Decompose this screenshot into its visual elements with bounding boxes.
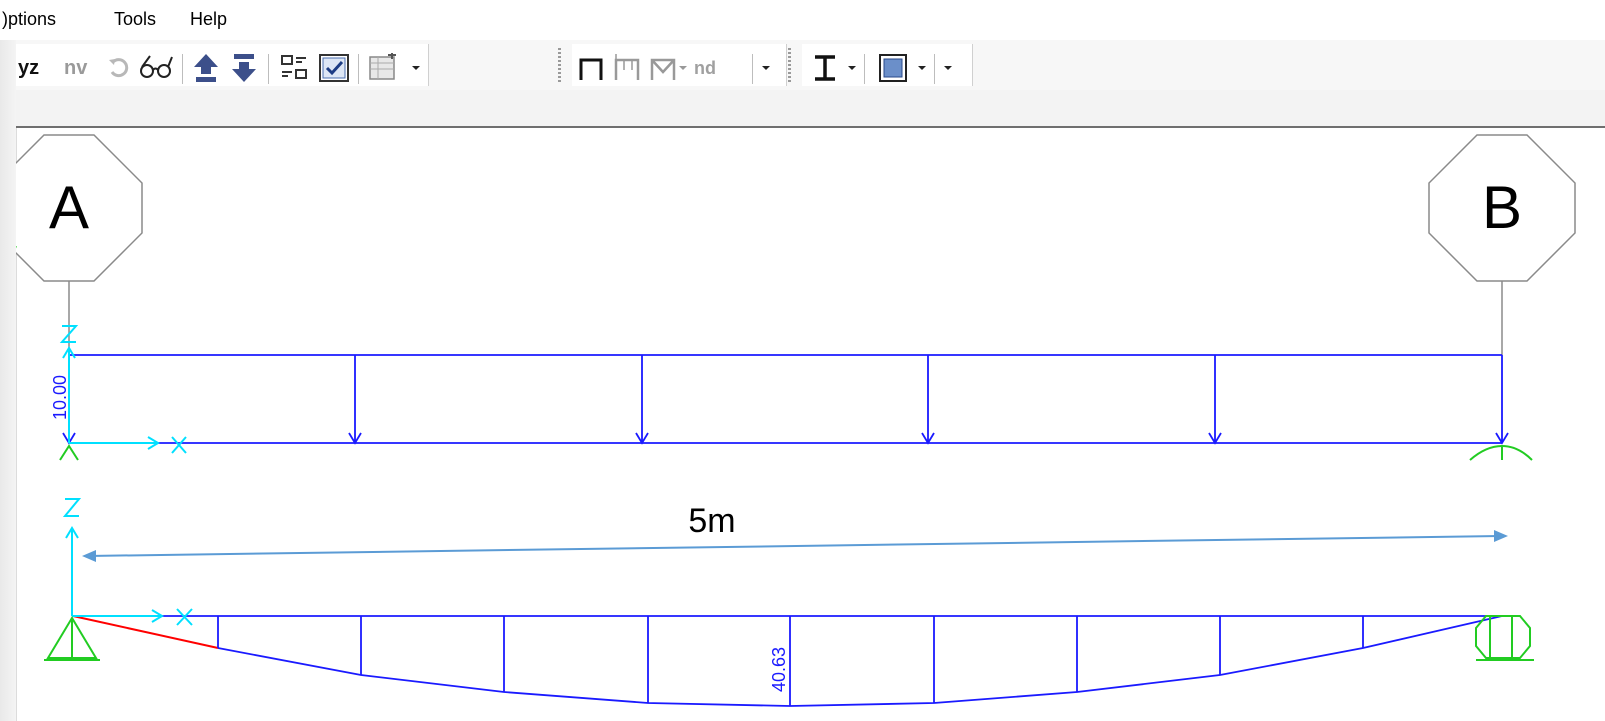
pin-support-upper-left bbox=[59, 444, 79, 461]
local-axes-lower bbox=[62, 498, 193, 626]
support-fragment bbox=[16, 246, 17, 249]
moment-diagram[interactable]: 40.63 bbox=[72, 615, 1503, 707]
span-label: 5m bbox=[688, 502, 735, 540]
roller-support-lower-right bbox=[1475, 615, 1534, 661]
grid-label-a: A bbox=[49, 174, 89, 241]
grid-label-b: B bbox=[1482, 174, 1522, 241]
model-view-canvas[interactable]: A B 10.00 5m 40.63 bbox=[0, 0, 1605, 721]
load-value-label: 10.00 bbox=[50, 375, 70, 420]
pin-support-lower-left bbox=[44, 616, 100, 661]
roller-support-upper-right bbox=[1469, 444, 1533, 461]
distributed-load-diagram[interactable]: 10.00 bbox=[50, 354, 1509, 445]
span-dimension: 5m bbox=[82, 502, 1508, 562]
grid-bubble-b[interactable]: B bbox=[1428, 134, 1576, 282]
grid-bubble-a[interactable]: A bbox=[0, 134, 143, 282]
local-axes-upper bbox=[59, 325, 187, 454]
moment-value-label: 40.63 bbox=[769, 647, 789, 692]
